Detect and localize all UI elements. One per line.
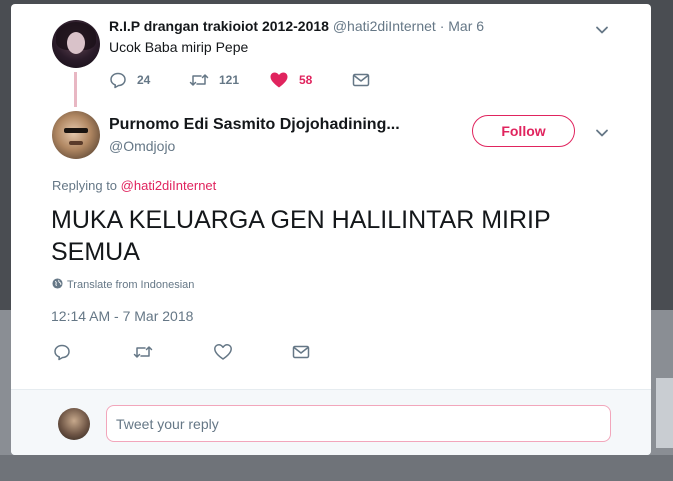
replying-label: Replying to [52, 178, 118, 193]
parent-date[interactable]: Mar 6 [448, 18, 484, 34]
translate-label: Translate from Indonesian [67, 279, 195, 291]
retweet-icon [133, 343, 153, 361]
follow-button[interactable]: Follow [472, 115, 575, 147]
reply-count: 24 [137, 73, 151, 87]
reply-composer: Tweet your reply [11, 389, 651, 455]
author-handle[interactable]: @Omdjojo [109, 138, 175, 154]
background-stripe [0, 455, 673, 481]
current-user-avatar [58, 408, 90, 440]
author-avatar[interactable] [52, 111, 100, 159]
envelope-icon [352, 72, 370, 88]
heart-icon [269, 71, 289, 89]
heart-icon [213, 343, 233, 361]
chevron-down-icon[interactable] [595, 23, 609, 37]
tweet-text: MUKA KELUARGA GEN HALILINTAR MIRIP SEMUA [51, 206, 551, 266]
reply-icon [53, 343, 71, 361]
chevron-down-icon[interactable] [595, 126, 609, 140]
parent-tweet-text: Ucok Baba mirip Pepe [109, 39, 249, 55]
dm-button[interactable] [352, 70, 370, 90]
reply-button[interactable]: 24 [109, 70, 150, 90]
like-count: 58 [299, 73, 313, 87]
like-button[interactable] [213, 342, 233, 362]
reply-button[interactable] [53, 342, 71, 362]
author-display-name[interactable]: Purnomo Edi Sasmito Djojohadining... [109, 116, 400, 134]
retweet-button[interactable]: 121 [189, 70, 239, 90]
background-card [656, 378, 673, 448]
reply-icon [109, 71, 127, 89]
dm-button[interactable] [292, 342, 310, 362]
envelope-icon [292, 344, 310, 360]
tweet-timestamp[interactable]: 12:14 AM - 7 Mar 2018 [51, 308, 193, 324]
thread-connector [74, 72, 77, 107]
replying-to: Replying to @hati2diInternet [52, 178, 216, 193]
separator-dot: · [439, 18, 445, 34]
retweet-icon [189, 71, 209, 89]
like-button[interactable]: 58 [269, 70, 312, 90]
parent-avatar[interactable] [52, 20, 100, 68]
globe-icon [52, 278, 67, 292]
parent-tweet-header: R.I.P drangan trakioiot 2012-2018 @hati2… [109, 18, 484, 34]
reply-input[interactable]: Tweet your reply [106, 405, 611, 442]
parent-display-name[interactable]: R.I.P drangan trakioiot 2012-2018 [109, 18, 329, 34]
retweet-button[interactable] [133, 342, 153, 362]
retweet-count: 121 [219, 73, 240, 87]
tweet-modal: R.I.P drangan trakioiot 2012-2018 @hati2… [11, 4, 651, 455]
replying-mention-link[interactable]: @hati2diInternet [121, 178, 217, 193]
parent-handle[interactable]: @hati2diInternet [333, 18, 436, 34]
translate-link[interactable]: Translate from Indonesian [52, 278, 194, 292]
